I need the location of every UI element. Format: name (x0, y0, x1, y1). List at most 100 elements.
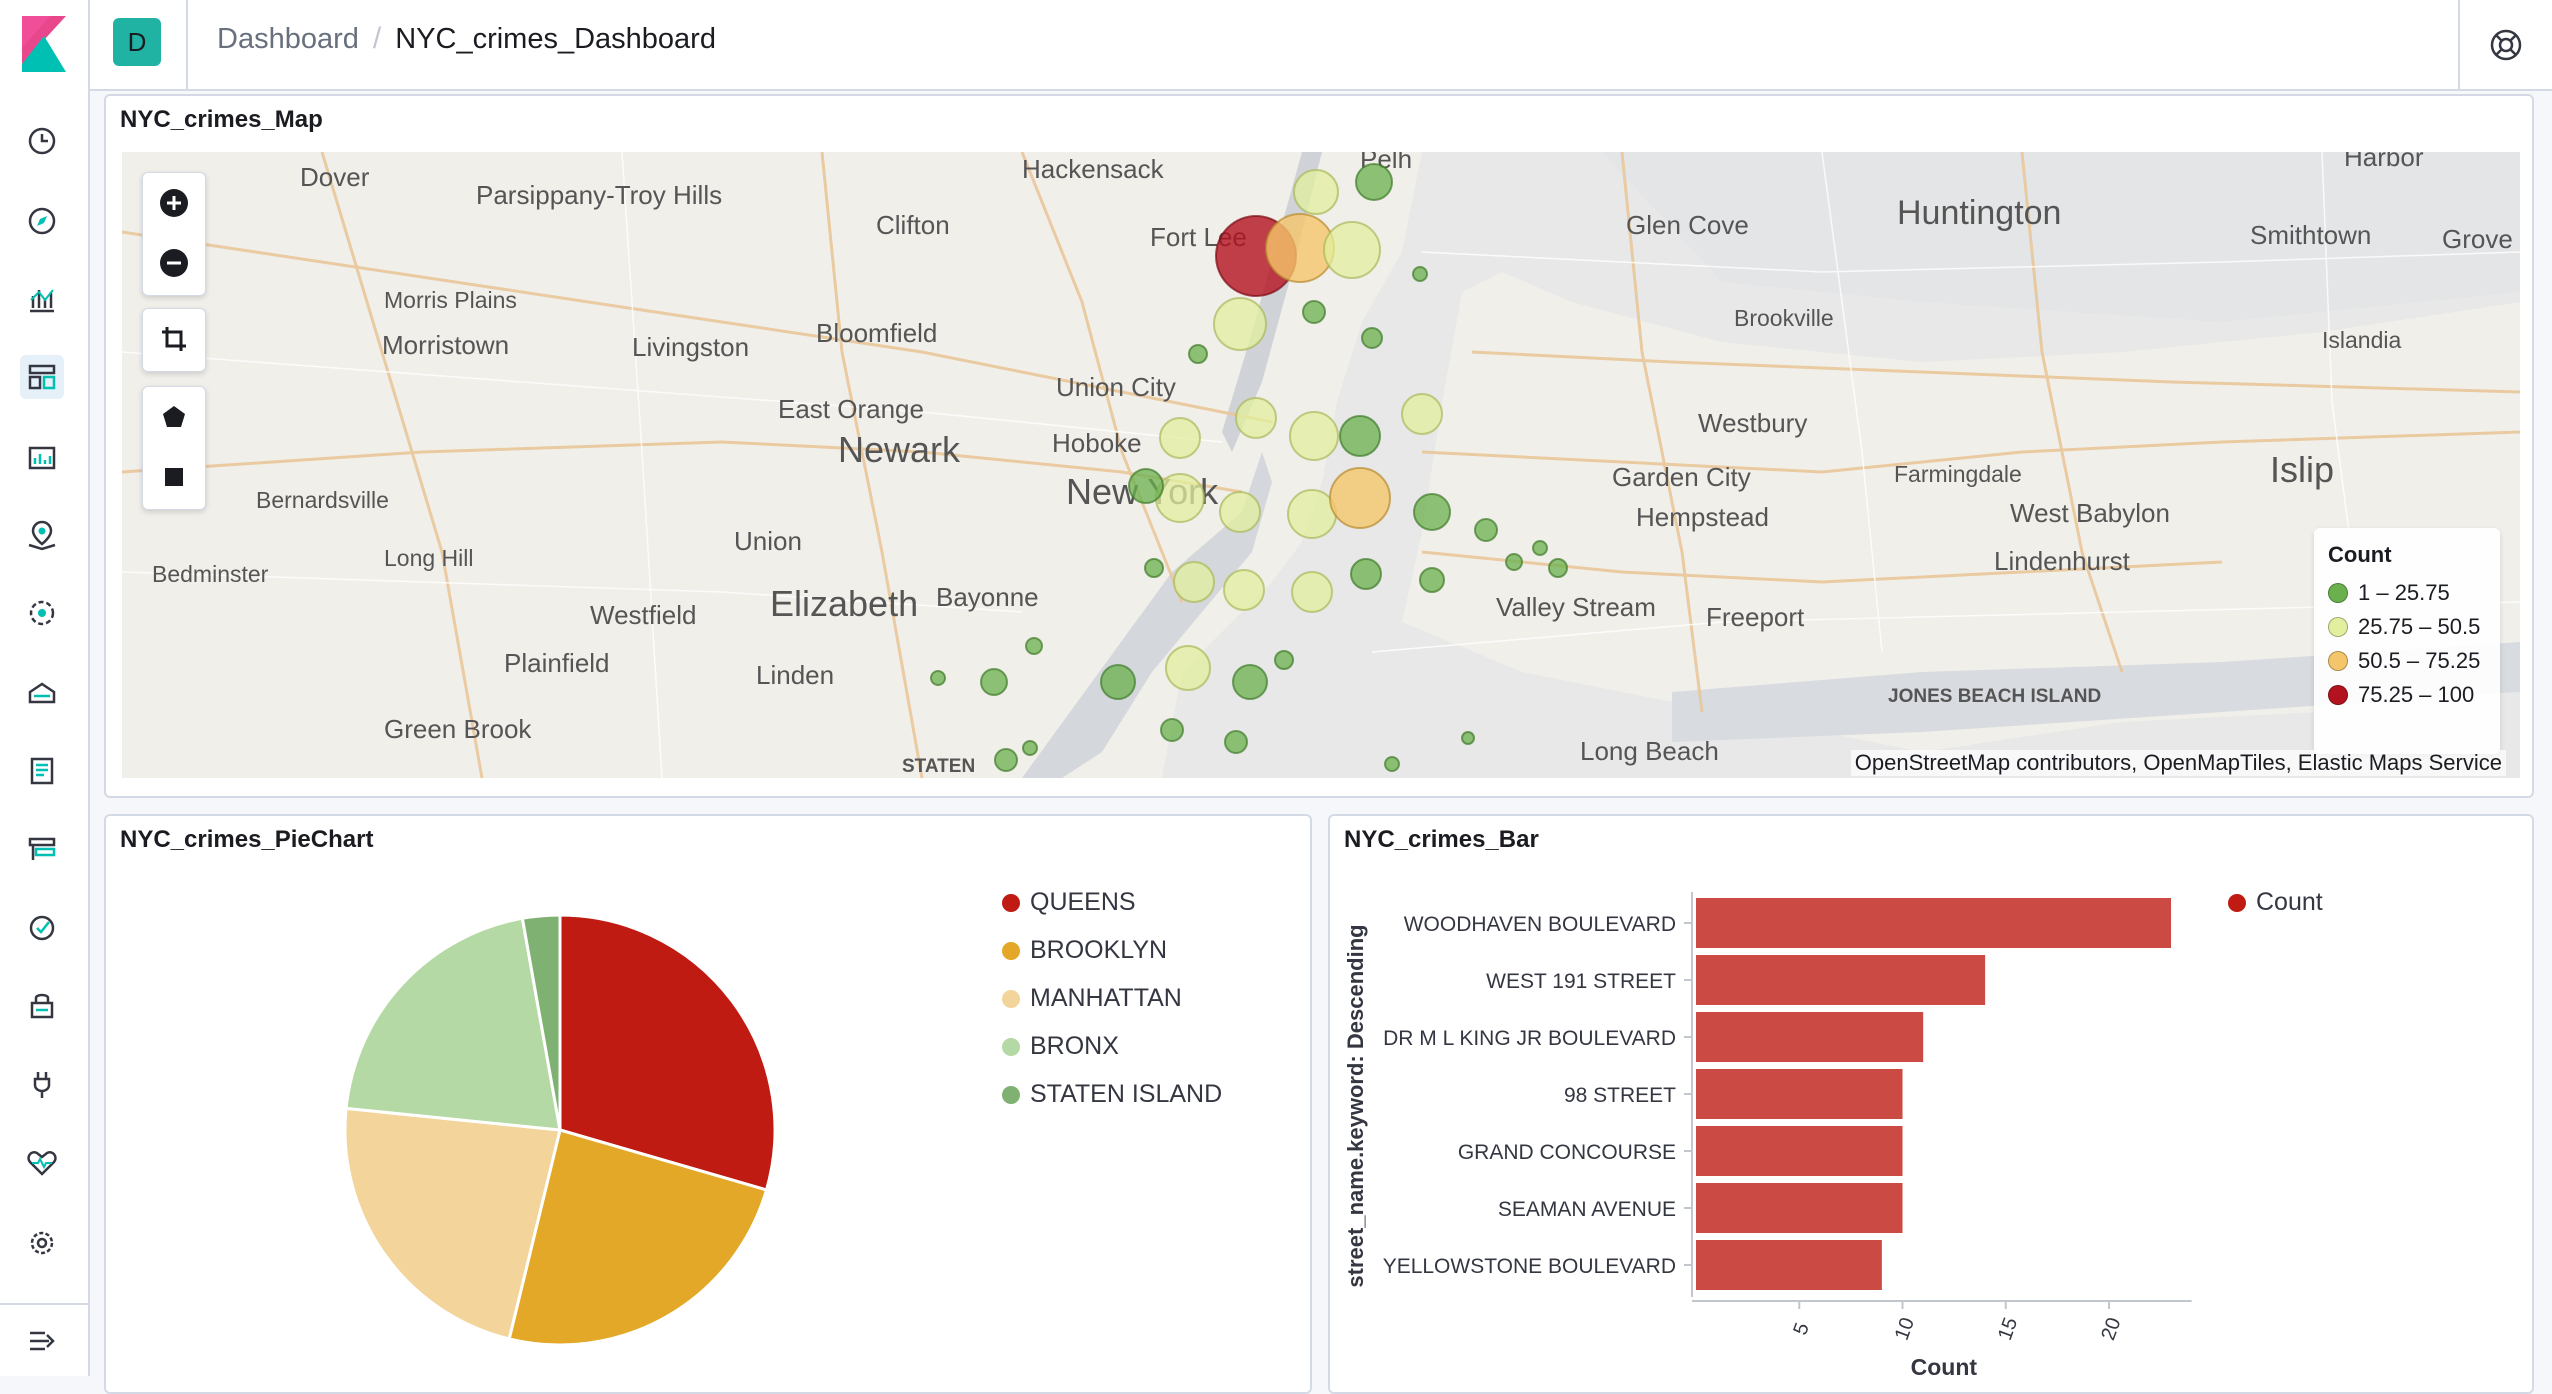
map-label: Garden City (1612, 462, 1751, 492)
map-label: Westbury (1698, 408, 1807, 438)
map-label: Glen Cove (1626, 210, 1749, 240)
map-marker (1323, 221, 1381, 279)
legend-swatch (1002, 989, 1020, 1008)
breadcrumb-dashboard[interactable]: Dashboard (217, 23, 359, 56)
map-marker (1548, 558, 1568, 578)
maps-icon[interactable] (20, 513, 64, 557)
legend-swatch (2228, 893, 2246, 912)
monitoring-icon[interactable] (20, 1141, 64, 1185)
y-axis-title: street_name.keyword: Descending (1343, 924, 1368, 1287)
side-navigation (0, 89, 90, 1376)
map-label: JONES BEACH ISLAND (1888, 686, 2101, 707)
map-label: Long Beach (1580, 736, 1719, 766)
map-canvas[interactable]: Dover Parsippany-Troy Hills Hackensack C… (122, 152, 2520, 778)
pie-legend-item[interactable]: STATEN ISLAND (1002, 1080, 1222, 1109)
map-label: Bayonne (936, 582, 1039, 612)
map-marker (1213, 297, 1267, 351)
map-label: Islip (2270, 449, 2334, 490)
bar-98-street[interactable] (1696, 1069, 1903, 1119)
pie-legend-item[interactable]: BROOKLYN (1002, 936, 1167, 965)
breadcrumb-current-page: NYC_crimes_Dashboard (395, 22, 716, 55)
bar-dr-m-l-king-jr-boulevard[interactable] (1696, 1012, 1924, 1062)
map-marker (1274, 650, 1294, 670)
plus-circle-icon (160, 189, 188, 217)
map-marker (1413, 493, 1451, 531)
zoom-out-button[interactable] (143, 233, 205, 293)
map-marker (1289, 411, 1339, 461)
pie-chart[interactable] (330, 900, 790, 1360)
legend-item: 50.5 – 75.25 (2328, 648, 2480, 674)
map-label: Union City (1056, 372, 1176, 402)
legend-label: BROOKLYN (1030, 936, 1168, 964)
canvas-icon[interactable] (20, 435, 64, 479)
panel-title: NYC_crimes_PieChart (120, 826, 374, 853)
zoom-in-button[interactable] (143, 173, 205, 233)
category-label: WEST 191 STREET (1486, 970, 1676, 993)
category-label: GRAND CONCOURSE (1458, 1141, 1676, 1164)
bar-yellowstone-boulevard[interactable] (1696, 1240, 1882, 1290)
logs-icon[interactable] (20, 749, 64, 793)
map-marker (1173, 561, 1215, 603)
clock-icon[interactable] (20, 119, 64, 163)
map-marker (1291, 571, 1333, 613)
category-label: SEAMAN AVENUE (1498, 1198, 1676, 1221)
legend-title: Count (2328, 542, 2392, 567)
zoom-controls (142, 172, 206, 296)
draw-polygon-button[interactable] (143, 387, 205, 447)
map-marker (1219, 491, 1261, 533)
bar-legend-item[interactable]: Count (2228, 888, 2323, 917)
apm-icon[interactable] (20, 827, 64, 871)
map-label: Parsippany-Troy Hills (476, 180, 722, 210)
space-avatar[interactable]: D (113, 18, 161, 66)
map-marker (1235, 397, 1277, 439)
bar-chart[interactable]: street_name.keyword: Descending WOODHAVEN… (1330, 870, 2230, 1376)
map-label: Morris Plains (384, 287, 517, 313)
bar-grand-concourse[interactable] (1696, 1126, 1903, 1176)
map-marker (1160, 718, 1184, 742)
legend-swatch (1002, 893, 1020, 912)
square-icon (165, 468, 183, 486)
fit-to-data-button[interactable] (143, 309, 205, 369)
discover-compass-icon[interactable] (20, 199, 64, 243)
map-label: Union (734, 526, 802, 556)
map-label: Smithtown (2250, 220, 2371, 250)
ml-icon[interactable] (20, 591, 64, 635)
map-label: Long Hill (384, 545, 474, 571)
map-label: STATEN (902, 756, 975, 777)
map-tiles: Dover Parsippany-Troy Hills Hackensack C… (122, 152, 2520, 778)
dashboard-icon[interactable] (20, 355, 64, 399)
map-label: Hempstead (1636, 502, 1769, 532)
draw-rectangle-button[interactable] (143, 447, 205, 507)
map-marker (980, 668, 1008, 696)
help-menu-button[interactable] (2460, 0, 2552, 89)
map-label: Elizabeth (770, 583, 918, 624)
map-marker (1302, 300, 1326, 324)
map-marker (1165, 645, 1211, 691)
siem-icon[interactable] (20, 983, 64, 1027)
category-label: 98 STREET (1564, 1084, 1676, 1107)
map-label: West Babylon (2010, 498, 2170, 528)
visualize-icon[interactable] (20, 277, 64, 321)
pie-legend-item[interactable]: MANHATTAN (1002, 984, 1182, 1013)
pie-legend-item[interactable]: QUEENS (1002, 888, 1136, 917)
bar-west-191-street[interactable] (1696, 955, 1986, 1005)
management-gear-icon[interactable] (20, 1221, 64, 1265)
map-marker (1361, 327, 1383, 349)
map-marker (1412, 266, 1428, 282)
map-attribution[interactable]: OpenStreetMap contributors, OpenMapTiles… (1850, 750, 2506, 776)
collapse-nav-icon[interactable] (20, 1319, 64, 1363)
map-marker (1350, 558, 1382, 590)
kibana-logo[interactable] (14, 12, 74, 76)
header-divider (186, 0, 188, 89)
map-label: Dover (300, 162, 370, 192)
legend-label: 75.25 – 100 (2358, 682, 2475, 707)
dev-tools-icon[interactable] (20, 1063, 64, 1107)
map-label: Lindenhurst (1994, 546, 2131, 576)
bar-woodhaven-boulevard[interactable] (1696, 898, 2171, 948)
map-label: Farmingdale (1894, 461, 2022, 487)
infrastructure-icon[interactable] (20, 669, 64, 713)
bar-seaman-avenue[interactable] (1696, 1183, 1903, 1233)
map-marker (1329, 467, 1391, 529)
uptime-icon[interactable] (20, 905, 64, 949)
pie-legend-item[interactable]: BRONX (1002, 1032, 1119, 1061)
